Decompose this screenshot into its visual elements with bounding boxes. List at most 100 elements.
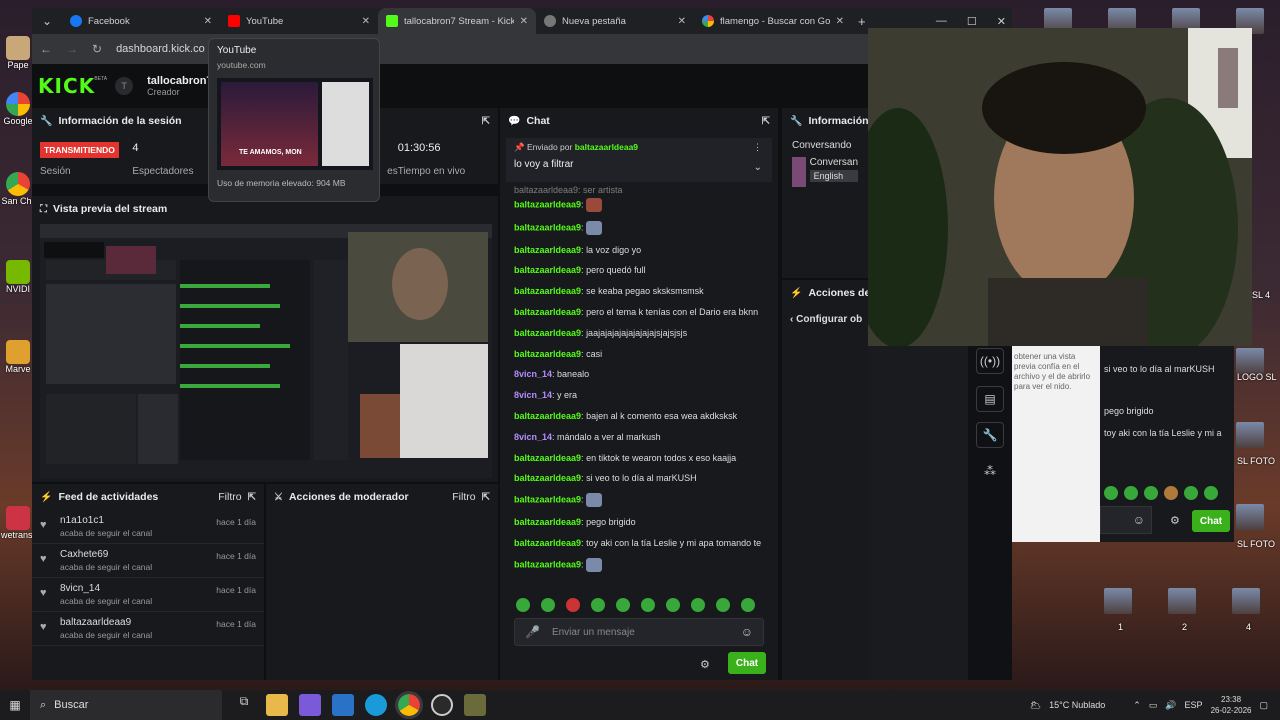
chat-username[interactable]: baltazaarldeaa9	[514, 222, 581, 232]
emote-icon[interactable]	[591, 598, 605, 612]
desktop-icon-wetransfer[interactable]: wetransf	[1, 506, 35, 540]
emote-icon[interactable]	[1204, 486, 1218, 500]
volume-icon[interactable]: 🔊	[1165, 700, 1176, 711]
popout-icon[interactable]: ⇱	[482, 492, 490, 503]
desktop-file-icon[interactable]	[1236, 348, 1264, 374]
emote-icon[interactable]	[1124, 486, 1138, 500]
popout-icon[interactable]: ⇱	[248, 492, 256, 503]
emote-icon[interactable]	[666, 598, 680, 612]
language-indicator[interactable]: ESP	[1185, 700, 1203, 710]
chat-message[interactable]: baltazaarldeaa9: casi	[514, 348, 768, 360]
chat-message[interactable]: baltazaarldeaa9: pero quedó full	[514, 264, 768, 276]
chat-username[interactable]: baltazaarldeaa9	[514, 453, 581, 463]
mail-icon[interactable]	[332, 694, 354, 716]
chat-message[interactable]: baltazaarldeaa9: en tiktok te wearon tod…	[514, 452, 768, 464]
chrome-icon[interactable]	[395, 691, 423, 719]
obs-icon[interactable]	[431, 694, 453, 716]
chat-username[interactable]: 8vicn_14	[514, 369, 552, 379]
notification-icon[interactable]: ▢	[1259, 700, 1268, 711]
emote-icon[interactable]	[1104, 486, 1118, 500]
tab-new[interactable]: Nueva pestaña ✕	[536, 8, 694, 34]
emote-icon[interactable]	[1164, 486, 1178, 500]
emote-icon[interactable]	[616, 598, 630, 612]
taskbar-search[interactable]: ⌕ Buscar	[30, 690, 222, 720]
chat-message[interactable]: 8vicn_14: y era	[514, 389, 768, 401]
desktop-file-icon[interactable]	[1236, 504, 1264, 530]
desktop-icon[interactable]: Pape	[4, 36, 32, 70]
close-icon[interactable]: ✕	[520, 16, 528, 27]
chat-username[interactable]: baltazaarldeaa9	[514, 538, 581, 548]
chat-username[interactable]: baltazaarldeaa9	[514, 517, 581, 527]
filter-button[interactable]: Filtro	[452, 491, 475, 503]
chat-message[interactable]: baltazaarldeaa9:	[514, 557, 768, 572]
broadcast-icon[interactable]: ((•))	[976, 348, 1004, 374]
send-chat-button[interactable]: Chat	[728, 652, 766, 674]
chat-message[interactable]: baltazaarldeaa9:	[514, 220, 768, 235]
pinned-message[interactable]: 📌 Enviado por baltazaarldeaa9 lo voy a f…	[506, 138, 772, 182]
chat-message[interactable]: baltazaarldeaa9: toy aki con la tía Lesl…	[514, 537, 768, 549]
emote-icon[interactable]	[566, 598, 580, 612]
new-tab-button[interactable]: +	[858, 14, 866, 29]
chat-username[interactable]: baltazaarldeaa9	[514, 473, 581, 483]
emote-icon[interactable]	[691, 598, 705, 612]
chat-username[interactable]: baltazaarldeaa9	[514, 245, 581, 255]
emote-icon[interactable]	[1144, 486, 1158, 500]
chat-username[interactable]: baltazaarldeaa9	[514, 199, 581, 209]
edge-icon[interactable]	[365, 694, 387, 716]
wrench-icon[interactable]: 🔧	[976, 422, 1004, 448]
desktop-icon-marvel[interactable]: Marve	[4, 340, 32, 374]
reload-icon[interactable]: ↻	[92, 42, 102, 56]
list-item[interactable]: ♥ Caxhete69 acaba de seguir el canal hace…	[32, 544, 264, 578]
close-icon[interactable]: ✕	[678, 16, 686, 27]
emote-icon[interactable]	[541, 598, 555, 612]
list-item[interactable]: ♥ n1a1o1c1 acaba de seguir el canal hace …	[32, 510, 264, 544]
chat-username[interactable]: baltazaarldeaa9	[514, 559, 581, 569]
file-explorer-icon[interactable]	[266, 694, 288, 716]
popout-icon[interactable]: ⇱	[482, 116, 490, 127]
weather-text[interactable]: 15°C Nublado	[1049, 700, 1105, 710]
network-icon[interactable]: ▭	[1149, 700, 1158, 711]
chat-message[interactable]: baltazaarldeaa9: la voz digo yo	[514, 244, 768, 256]
chat-username[interactable]: baltazaarldeaa9	[514, 411, 581, 421]
goal-back-button[interactable]: ‹ Configurar ob	[782, 306, 868, 333]
url-field[interactable]: dashboard.kick.co	[116, 43, 205, 55]
list-item[interactable]: ♥ 8vicn_14 acaba de seguir el canal hace …	[32, 578, 264, 612]
chat-username[interactable]: 8vicn_14	[514, 390, 552, 400]
gear-icon[interactable]: ⚙	[700, 658, 710, 671]
chat-username[interactable]: baltazaarldeaa9	[514, 495, 581, 505]
kick-logo[interactable]: KICK	[38, 74, 95, 98]
tab-kick-dashboard[interactable]: tallocabron7 Stream - Kick Da ✕	[378, 8, 536, 34]
desktop-icon-chrome[interactable]: San Chr	[1, 172, 35, 206]
clock[interactable]: 23:38 26-02-2026	[1211, 694, 1252, 716]
emoji-icon[interactable]: ☺	[1133, 513, 1145, 527]
maximize-icon[interactable]: ☐	[967, 15, 977, 28]
stream-preview-video[interactable]	[40, 224, 492, 478]
desktop-icon-nvidia[interactable]: NVIDI	[4, 260, 32, 294]
emoji-icon[interactable]: ☺	[741, 625, 753, 639]
close-icon[interactable]: ✕	[836, 16, 844, 27]
chevron-up-icon[interactable]: ⌃	[1133, 700, 1141, 711]
desktop-file-icon[interactable]	[1236, 422, 1264, 448]
popout-icon[interactable]: ⇱	[762, 116, 770, 127]
category-thumbnail[interactable]	[792, 157, 806, 187]
chat-message[interactable]: baltazaarldeaa9: se keaba pegao sksksmsm…	[514, 285, 768, 297]
chat-message[interactable]: baltazaarldeaa9:	[514, 198, 768, 212]
chat-message[interactable]: baltazaarldeaa9: jaajajajajajajajajajsja…	[514, 327, 768, 339]
share-icon[interactable]: ⁂	[984, 464, 996, 478]
emote-icon[interactable]	[741, 598, 755, 612]
chat-message[interactable]: baltazaarldeaa9: si veo to lo día al mar…	[514, 472, 768, 484]
close-icon[interactable]: ✕	[204, 16, 212, 27]
emote-icon[interactable]	[716, 598, 730, 612]
layers-icon[interactable]: ▤	[976, 386, 1004, 412]
avatar[interactable]: T	[115, 77, 134, 95]
chat-username[interactable]: baltazaarldeaa9	[514, 286, 581, 296]
chat-username[interactable]: baltazaarldeaa9	[514, 349, 581, 359]
chat-input[interactable]: ☺	[1100, 506, 1152, 534]
list-item[interactable]: ♥ baltazaarldeaa9 acaba de seguir el cana…	[32, 612, 264, 646]
close-window-icon[interactable]: ✕	[997, 15, 1006, 28]
emote-icon[interactable]	[641, 598, 655, 612]
tab-youtube[interactable]: YouTube ✕	[220, 8, 378, 34]
media-app-icon[interactable]	[464, 694, 486, 716]
task-view-icon[interactable]: ⧉	[233, 694, 255, 716]
tab-google[interactable]: flamengo - Buscar con Google ✕	[694, 8, 852, 34]
